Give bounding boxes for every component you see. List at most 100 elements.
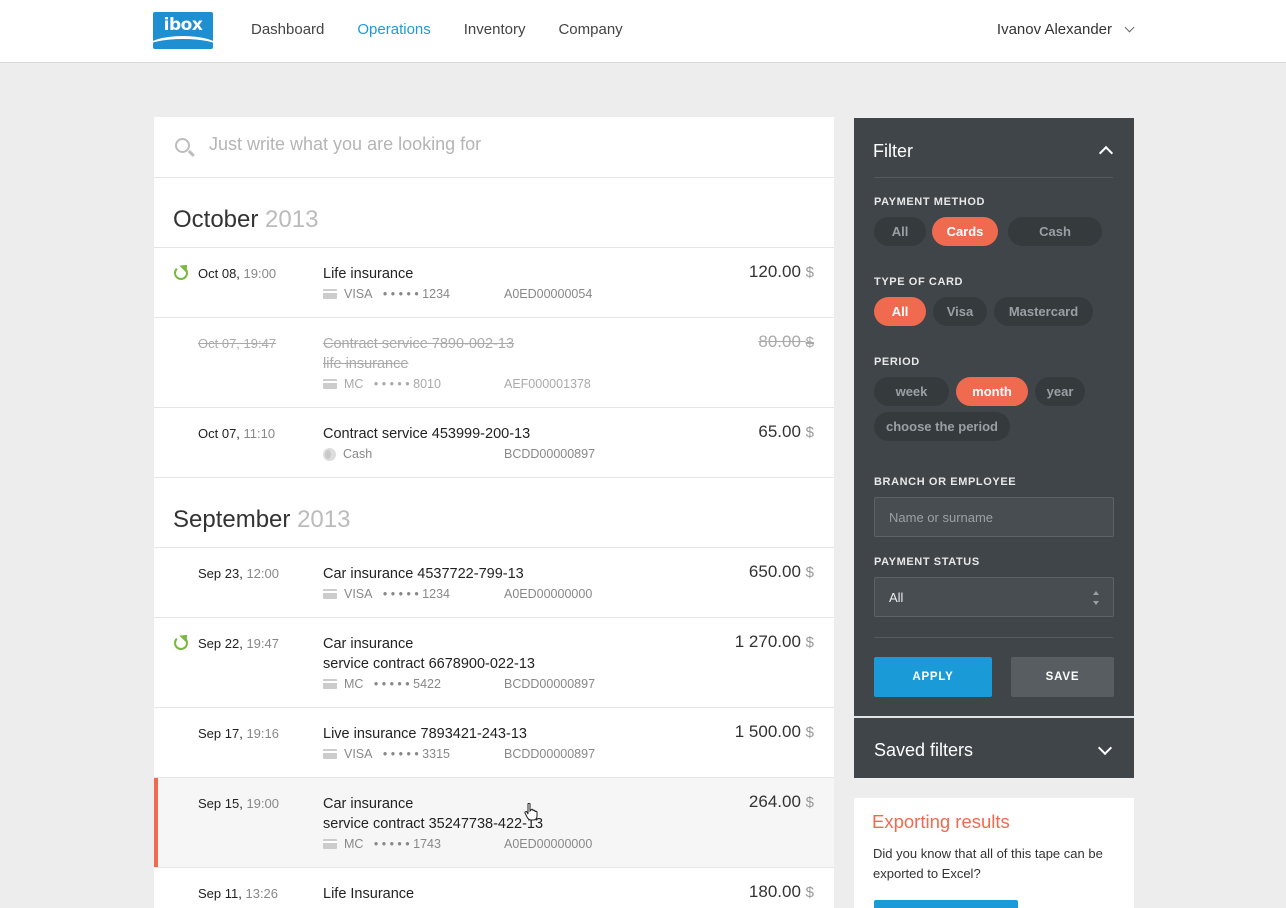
recurring-icon	[174, 266, 188, 280]
period-year[interactable]: year	[1035, 377, 1085, 406]
search-input[interactable]	[209, 134, 809, 155]
row-amount: 80.00 $	[758, 332, 814, 351]
row-amount: 264.00 $	[748, 792, 814, 811]
row-code: A0ED00000054	[504, 287, 593, 301]
chevron-down-icon	[1124, 22, 1135, 33]
nav-item-operations[interactable]: Operations	[357, 21, 430, 38]
month-name: September	[173, 506, 291, 533]
period-week[interactable]: week	[874, 377, 949, 406]
card-type-visa[interactable]: Visa	[933, 297, 987, 326]
month-year: 2013	[297, 506, 351, 533]
user-name: Ivanov Alexander	[996, 21, 1112, 38]
month-year: 2013	[265, 206, 319, 233]
row-code: BCDD00000897	[504, 677, 596, 691]
table-row[interactable]: Sep 17, 19:16 Live insurance 7893421-243…	[154, 708, 834, 778]
period-month[interactable]: month	[956, 377, 1028, 406]
divider	[874, 177, 1113, 178]
payment-method-label: PAYMENT METHOD	[874, 196, 986, 208]
divider	[854, 716, 1134, 718]
top-bar: ibox Dashboard Operations Inventory Comp…	[0, 0, 1286, 63]
month-name: October	[173, 206, 259, 233]
row-amount: 650.00 $	[748, 562, 814, 581]
row-date: Sep 11, 13:26	[198, 886, 279, 901]
row-date: Sep 15, 19:00	[198, 796, 279, 811]
payment-status-select[interactable]: All	[874, 577, 1114, 617]
hand-cursor-icon	[524, 803, 538, 821]
row-date: Sep 22, 19:47	[198, 636, 279, 651]
card-icon	[323, 679, 337, 689]
period-label: PERIOD	[874, 356, 920, 368]
filter-panel: Filter PAYMENT METHOD All Cards Cash TYP…	[854, 118, 1134, 778]
table-row[interactable]: Sep 11, 13:26 Life Insurance 180.00 $	[154, 868, 834, 908]
row-title: Live insurance 7893421-243-13	[323, 726, 527, 742]
month-header-september: September 2013	[154, 478, 834, 548]
row-code: A0ED00000000	[504, 587, 593, 601]
row-date: Oct 07, 19:47	[198, 336, 277, 351]
row-date: Sep 23, 12:00	[198, 566, 279, 581]
card-icon	[323, 839, 337, 849]
row-title: Life Insurance	[323, 886, 415, 902]
period-choose[interactable]: choose the period	[874, 412, 1010, 441]
export-button[interactable]	[874, 900, 1018, 908]
branch-employee-input[interactable]: Name or surname	[874, 497, 1114, 537]
search-icon	[175, 138, 190, 153]
payment-status-label: PAYMENT STATUS	[874, 556, 980, 568]
saved-filters-title[interactable]: Saved filters	[874, 740, 973, 761]
export-card: Exporting results Did you know that all …	[854, 798, 1134, 908]
payment-method-cash[interactable]: Cash	[1008, 217, 1102, 246]
card-icon	[323, 589, 337, 599]
nav-item-inventory[interactable]: Inventory	[464, 21, 526, 38]
row-amount: 1 270.00 $	[734, 632, 814, 651]
row-code: AEF000001378	[504, 377, 591, 391]
table-row-selected[interactable]: Sep 15, 19:00 Car insurance service contr…	[154, 778, 834, 868]
card-type-all[interactable]: All	[874, 297, 926, 326]
card-icon	[323, 749, 337, 759]
row-amount: 120.00 $	[748, 262, 814, 281]
chevron-down-icon[interactable]	[1097, 740, 1113, 756]
main-nav: Dashboard Operations Inventory Company	[251, 21, 656, 38]
search-bar	[154, 117, 834, 178]
cash-icon	[323, 447, 336, 461]
table-row[interactable]: Oct 08, 19:00 Life insurance VISA • • • …	[154, 248, 834, 318]
chevron-up-icon[interactable]	[1098, 145, 1114, 161]
export-title: Exporting results	[872, 811, 1010, 832]
row-code: BCDD00000897	[504, 447, 596, 461]
row-title: Contract service 453999-200-13	[323, 426, 531, 442]
recurring-icon	[174, 636, 188, 650]
payment-method-all[interactable]: All	[874, 217, 926, 246]
row-amount: 180.00 $	[748, 882, 814, 901]
table-row[interactable]: Sep 23, 12:00 Car insurance 4537722-799-…	[154, 548, 834, 618]
nav-item-dashboard[interactable]: Dashboard	[251, 21, 324, 38]
row-payment-method: VISA • • • • • 1234	[323, 287, 450, 301]
payment-method-cards[interactable]: Cards	[932, 217, 998, 246]
card-type-mastercard[interactable]: Mastercard	[994, 297, 1093, 326]
row-title: Contract service 7890-002-13 life insuran…	[323, 336, 515, 372]
user-menu[interactable]: Ivanov Alexander	[996, 21, 1135, 38]
row-date: Sep 17, 19:16	[198, 726, 279, 741]
table-row[interactable]: Oct 07, 11:10 Contract service 453999-20…	[154, 408, 834, 478]
operations-panel: October 2013 Oct 08, 19:00 Life insuranc…	[154, 117, 834, 908]
logo-text: ibox	[163, 15, 203, 35]
nav-item-company[interactable]: Company	[558, 21, 622, 38]
row-payment-method: Cash	[323, 447, 372, 461]
branch-label: BRANCH OR EMPLOYEE	[874, 476, 1017, 488]
payment-status-value: All	[889, 590, 904, 605]
row-code: A0ED00000000	[504, 837, 593, 851]
row-title: Car insurance service contract 35247738-4…	[323, 796, 544, 832]
card-icon	[323, 379, 337, 389]
table-row[interactable]: Sep 22, 19:47 Car insurance service contr…	[154, 618, 834, 708]
logo-wave	[153, 36, 213, 49]
row-payment-method: MC • • • • • 8010	[323, 377, 441, 391]
row-payment-method: VISA • • • • • 3315	[323, 747, 450, 761]
save-button[interactable]: SAVE	[1011, 657, 1114, 697]
ibox-logo[interactable]: ibox	[153, 12, 213, 49]
row-title: Car insurance service contract 6678900-02…	[323, 636, 535, 672]
apply-button[interactable]: APPLY	[874, 657, 992, 697]
row-payment-method: VISA • • • • • 1234	[323, 587, 450, 601]
row-amount: 1 500.00 $	[734, 722, 814, 741]
table-row[interactable]: Oct 07, 19:47 Contract service 7890-002-…	[154, 318, 834, 408]
row-amount: 65.00 $	[758, 422, 814, 441]
filter-title: Filter	[873, 141, 913, 161]
row-code: BCDD00000897	[504, 747, 596, 761]
export-text: Did you know that all of this tape can b…	[873, 846, 1103, 881]
